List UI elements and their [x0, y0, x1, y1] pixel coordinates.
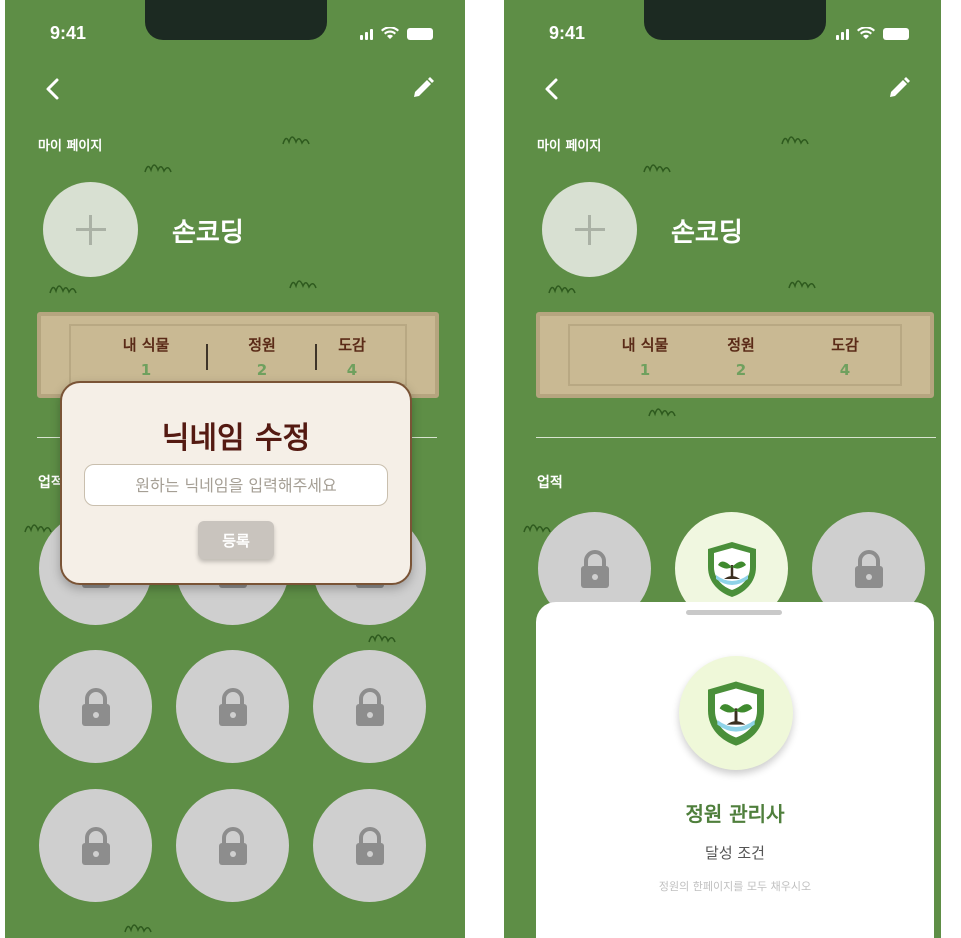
grass-decoration — [368, 634, 396, 643]
nickname-input[interactable] — [84, 464, 388, 506]
status-icons — [360, 27, 433, 40]
stat-label: 내 식물 — [122, 336, 170, 354]
phone-screen-achievement-detail: 9:41 마이 페이지 손코딩 내 식물 1 정원 2 도감 4 업적 정원 관… — [504, 0, 941, 938]
achievement-detail-sheet: 정원 관리사 달성 조건 정원의 한페이지를 모두 채우시오 — [536, 602, 934, 938]
register-button[interactable]: 등록 — [198, 521, 274, 559]
lock-icon — [81, 687, 110, 726]
grass-decoration — [282, 136, 310, 145]
shield-sprout-icon — [708, 681, 764, 746]
stat-value: 1 — [140, 361, 152, 379]
stat-my-plants[interactable]: 내 식물 1 — [590, 334, 700, 379]
achievement-detail-badge — [679, 656, 793, 770]
achievement-badge-locked[interactable] — [313, 789, 426, 902]
lock-icon — [218, 826, 247, 865]
profile-avatar[interactable] — [542, 182, 637, 277]
achievement-condition-text: 정원의 한페이지를 모두 채우시오 — [658, 880, 812, 893]
phone-screen-edit-nickname: 9:41 마이 페이지 손코딩 내 식물 1 정원 2 도감 4 업적 닉네임 … — [5, 0, 465, 938]
stat-encyclopedia[interactable]: 도감 4 — [790, 334, 900, 379]
battery-icon — [883, 28, 909, 40]
achievement-badge-locked[interactable] — [39, 789, 152, 902]
stat-label: 정원 — [727, 336, 755, 354]
stat-label: 도감 — [338, 336, 366, 354]
stat-label: 도감 — [831, 336, 859, 354]
achievement-badge-locked[interactable] — [313, 650, 426, 763]
wifi-icon — [857, 27, 875, 39]
battery-icon — [407, 28, 433, 40]
device-notch — [145, 0, 327, 40]
status-time: 9:41 — [549, 23, 586, 43]
achievements-label: 업적 — [537, 475, 563, 491]
device-notch — [644, 0, 826, 40]
signal-icon — [836, 29, 849, 40]
profile-avatar[interactable] — [43, 182, 138, 277]
stat-value: 4 — [346, 361, 358, 379]
back-chevron-icon[interactable] — [41, 76, 67, 102]
section-divider — [536, 437, 936, 438]
grass-decoration — [548, 285, 576, 294]
stat-encyclopedia[interactable]: 도감 4 — [297, 334, 407, 379]
shield-sprout-icon — [707, 541, 756, 597]
achievement-badge-locked[interactable] — [176, 650, 289, 763]
stat-value: 4 — [839, 361, 851, 379]
page-title: 마이 페이지 — [537, 139, 602, 154]
stat-label: 내 식물 — [621, 336, 669, 354]
grass-decoration — [648, 408, 676, 417]
edit-pencil-icon[interactable] — [411, 76, 435, 100]
grass-decoration — [144, 164, 172, 173]
nickname-edit-dialog: 닉네임 수정 등록 — [60, 381, 412, 585]
signal-icon — [360, 29, 373, 40]
achievement-badge-locked[interactable] — [39, 650, 152, 763]
back-chevron-icon[interactable] — [540, 76, 566, 102]
lock-icon — [218, 687, 247, 726]
stats-board: 내 식물 1 정원 2 도감 4 — [536, 312, 934, 398]
status-time: 9:41 — [50, 23, 87, 43]
page-title: 마이 페이지 — [38, 139, 103, 154]
stat-garden[interactable]: 정원 2 — [686, 334, 796, 379]
dialog-title: 닉네임 수정 — [161, 421, 311, 456]
lock-icon — [355, 826, 384, 865]
achievement-condition-label: 달성 조건 — [705, 844, 765, 862]
achievement-title: 정원 관리사 — [685, 802, 785, 826]
grass-decoration — [124, 924, 152, 933]
grass-decoration — [49, 285, 77, 294]
grass-decoration — [788, 280, 816, 289]
grass-decoration — [289, 280, 317, 289]
stat-my-plants[interactable]: 내 식물 1 — [91, 334, 201, 379]
achievement-badge-locked[interactable] — [176, 789, 289, 902]
sheet-drag-handle[interactable] — [686, 610, 782, 615]
edit-pencil-icon[interactable] — [887, 76, 911, 100]
lock-icon — [580, 549, 609, 588]
status-icons — [836, 27, 909, 40]
stat-value: 2 — [735, 361, 747, 379]
nickname: 손코딩 — [671, 218, 743, 248]
lock-icon — [81, 826, 110, 865]
lock-icon — [854, 549, 883, 588]
grass-decoration — [643, 164, 671, 173]
nickname: 손코딩 — [172, 218, 244, 248]
stat-value: 1 — [639, 361, 651, 379]
grass-decoration — [781, 136, 809, 145]
lock-icon — [355, 687, 384, 726]
wifi-icon — [381, 27, 399, 39]
